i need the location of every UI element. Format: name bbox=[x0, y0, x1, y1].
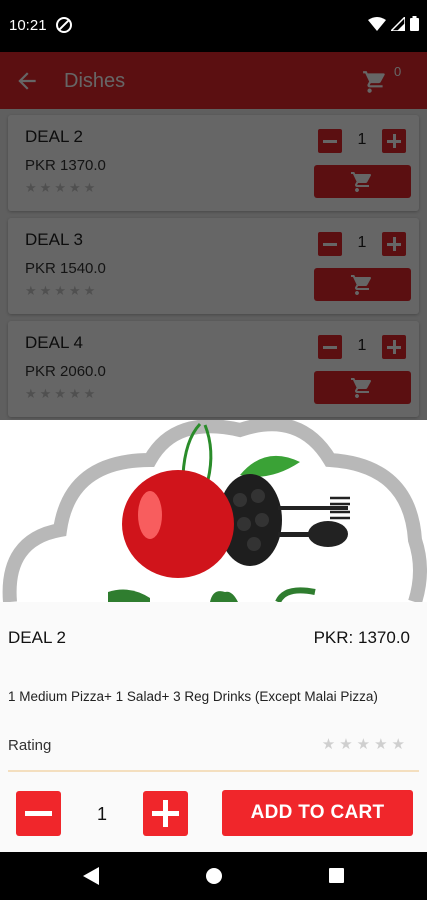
list-item[interactable]: DEAL 4 PKR 2060.0 ★ ★ ★ ★ ★ 1 bbox=[8, 321, 419, 417]
star-icon: ★ bbox=[39, 283, 52, 298]
status-time: 10:21 bbox=[9, 17, 47, 34]
battery-icon bbox=[410, 16, 419, 31]
nav-back-icon[interactable] bbox=[83, 867, 99, 885]
page-title: Dishes bbox=[64, 70, 126, 92]
increase-quantity-button[interactable] bbox=[143, 791, 188, 836]
star-icon: ★ bbox=[54, 283, 66, 298]
increase-quantity-button[interactable] bbox=[382, 335, 406, 359]
decrease-quantity-button[interactable] bbox=[318, 335, 342, 359]
dish-name: DEAL 3 bbox=[25, 230, 83, 249]
dish-price: PKR 2060.0 bbox=[25, 363, 106, 380]
status-icons bbox=[368, 16, 419, 31]
restaurant-logo bbox=[0, 420, 427, 602]
cart-icon bbox=[351, 172, 372, 192]
increase-quantity-button[interactable] bbox=[382, 232, 406, 256]
add-to-cart-button[interactable] bbox=[314, 371, 411, 404]
star-icon: ★ bbox=[25, 180, 37, 195]
star-icon: ★ bbox=[83, 386, 96, 401]
star-icon: ★ bbox=[39, 386, 52, 401]
quantity-value: 1 bbox=[357, 337, 367, 354]
status-bar: 10:21 bbox=[0, 0, 427, 52]
star-icon[interactable]: ★ bbox=[374, 737, 387, 752]
star-icon[interactable]: ★ bbox=[339, 737, 352, 752]
list-item[interactable]: DEAL 2 PKR 1370.0 ★ ★ ★ ★ ★ 1 bbox=[8, 115, 419, 211]
dishes-screen: Dishes 0 DEAL 2 PKR 1370.0 ★ ★ ★ ★ ★ 1 DEAL … bbox=[0, 52, 427, 420]
cart-icon bbox=[351, 378, 372, 398]
wifi-icon bbox=[368, 16, 386, 31]
star-icon: ★ bbox=[83, 283, 96, 298]
dish-image bbox=[0, 420, 427, 602]
signal-icon bbox=[391, 16, 405, 31]
system-nav-bar bbox=[0, 852, 427, 900]
star-icon: ★ bbox=[54, 386, 66, 401]
do-not-disturb-icon bbox=[56, 17, 72, 33]
star-icon: ★ bbox=[25, 283, 37, 298]
rating-stars[interactable]: ★ ★ ★ ★ ★ bbox=[322, 737, 405, 752]
star-icon: ★ bbox=[68, 180, 81, 195]
dish-detail-sheet: DEAL 2 PKR: 1370.0 1 Medium Pizza+ 1 Sal… bbox=[0, 420, 427, 852]
quantity-value: 1 bbox=[357, 131, 367, 148]
star-icon[interactable]: ★ bbox=[392, 737, 405, 752]
toolbar: Dishes 0 bbox=[0, 52, 427, 109]
detail-dish-name: DEAL 2 bbox=[8, 628, 66, 647]
increase-quantity-button[interactable] bbox=[382, 129, 406, 153]
decrease-quantity-button[interactable] bbox=[318, 129, 342, 153]
quantity-value: 1 bbox=[96, 804, 107, 824]
star-icon: ★ bbox=[68, 283, 81, 298]
decrease-quantity-button[interactable] bbox=[318, 232, 342, 256]
add-to-cart-button[interactable] bbox=[314, 268, 411, 301]
dish-name: DEAL 4 bbox=[25, 333, 83, 352]
rating-stars: ★ ★ ★ ★ ★ bbox=[25, 181, 95, 194]
star-icon[interactable]: ★ bbox=[322, 737, 335, 752]
star-icon: ★ bbox=[39, 180, 52, 195]
star-icon[interactable]: ★ bbox=[357, 737, 370, 752]
dish-price: PKR 1370.0 bbox=[25, 157, 106, 174]
nav-home-icon[interactable] bbox=[206, 868, 222, 884]
star-icon: ★ bbox=[54, 180, 66, 195]
rating-stars: ★ ★ ★ ★ ★ bbox=[25, 387, 95, 400]
star-icon: ★ bbox=[68, 386, 81, 401]
rating-stars: ★ ★ ★ ★ ★ bbox=[25, 284, 95, 297]
quantity-value: 1 bbox=[357, 234, 367, 251]
detail-dish-price: PKR: 1370.0 bbox=[313, 628, 410, 647]
rating-label: Rating bbox=[8, 737, 52, 754]
add-to-cart-button[interactable]: ADD TO CART bbox=[222, 790, 413, 836]
detail-description: 1 Medium Pizza+ 1 Salad+ 3 Reg Drinks (E… bbox=[8, 689, 378, 704]
add-to-cart-button[interactable] bbox=[314, 165, 411, 198]
divider bbox=[8, 770, 419, 772]
dish-price: PKR 1540.0 bbox=[25, 260, 106, 277]
cart-icon bbox=[351, 275, 372, 295]
decrease-quantity-button[interactable] bbox=[16, 791, 61, 836]
list-item[interactable]: DEAL 3 PKR 1540.0 ★ ★ ★ ★ ★ 1 bbox=[8, 218, 419, 314]
nav-recents-icon[interactable] bbox=[329, 868, 344, 883]
back-arrow-icon[interactable] bbox=[14, 68, 40, 94]
dish-name: DEAL 2 bbox=[25, 127, 83, 146]
cart-icon[interactable] bbox=[362, 69, 388, 95]
star-icon: ★ bbox=[25, 386, 37, 401]
cart-count-badge: 0 bbox=[394, 64, 402, 79]
star-icon: ★ bbox=[83, 180, 96, 195]
